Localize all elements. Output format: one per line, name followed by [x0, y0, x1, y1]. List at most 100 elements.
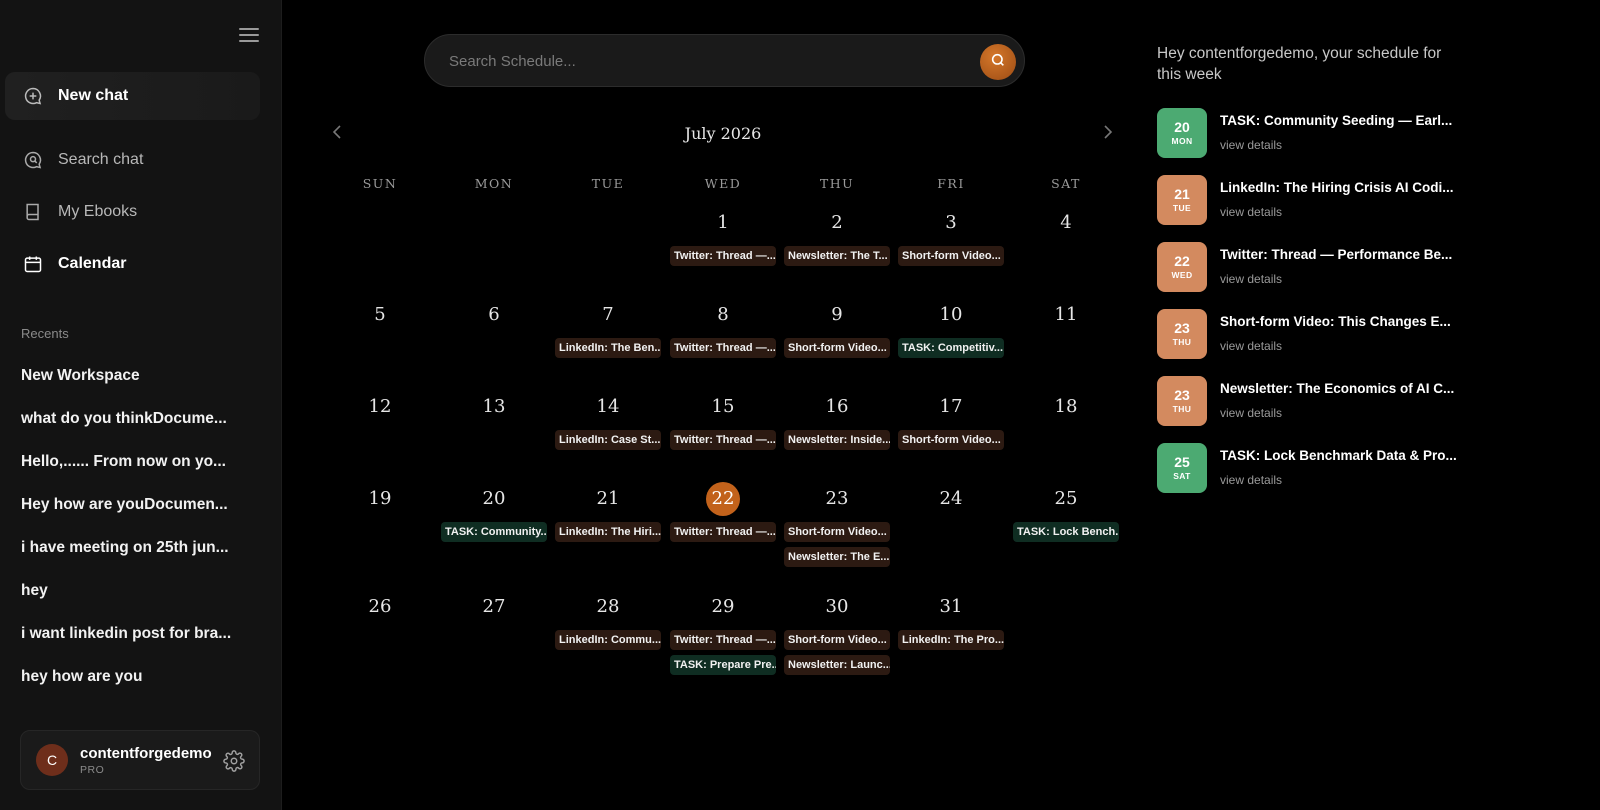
day-cell[interactable]: 11: [1009, 298, 1123, 338]
content-event-pill[interactable]: Newsletter: Launc...: [784, 655, 890, 675]
content-event-pill[interactable]: Twitter: Thread —...: [670, 246, 776, 266]
content-event-pill[interactable]: LinkedIn: The Pro...: [898, 630, 1004, 650]
weekday-label: TUE: [591, 176, 625, 191]
content-event-pill[interactable]: LinkedIn: The Ben...: [555, 338, 661, 358]
day-cell[interactable]: 3 Short-form Video...: [894, 206, 1008, 271]
schedule-item-title: LinkedIn: The Hiring Crisis AI Codi...: [1220, 180, 1454, 195]
day-cell[interactable]: 23 Short-form Video... Newsletter: The E..…: [780, 482, 894, 572]
content-event-pill[interactable]: Newsletter: Inside...: [784, 430, 890, 450]
day-cell[interactable]: 30 Short-form Video... Newsletter: Launc..…: [780, 590, 894, 680]
content-event-pill[interactable]: LinkedIn: Case St...: [555, 430, 661, 450]
schedule-item[interactable]: 25 SAT TASK: Lock Benchmark Data & Pro... v…: [1157, 443, 1457, 493]
search-button[interactable]: [980, 44, 1016, 80]
content-event-pill[interactable]: Short-form Video...: [898, 430, 1004, 450]
content-event-pill[interactable]: Newsletter: The T...: [784, 246, 890, 266]
day-cell[interactable]: 8 Twitter: Thread —...: [666, 298, 780, 363]
day-cell[interactable]: 1 Twitter: Thread —...: [666, 206, 780, 271]
day-cell[interactable]: 20 TASK: Community...: [437, 482, 551, 547]
day-cell[interactable]: 12: [323, 390, 437, 430]
content-event-pill[interactable]: Twitter: Thread —...: [670, 338, 776, 358]
task-event-pill[interactable]: TASK: Community...: [441, 522, 547, 542]
recent-chat-item[interactable]: i have meeting on 25th jun...: [21, 539, 261, 557]
day-cell[interactable]: 2 Newsletter: The T...: [780, 206, 894, 271]
day-cell[interactable]: 25 TASK: Lock Bench...: [1009, 482, 1123, 547]
day-cell[interactable]: 10 TASK: Competitiv...: [894, 298, 1008, 363]
content-event-pill[interactable]: Twitter: Thread —...: [670, 630, 776, 650]
day-cell[interactable]: 13: [437, 390, 551, 430]
day-cell[interactable]: 26: [323, 590, 437, 630]
recent-chat-item[interactable]: Hello,...... From now on yo...: [21, 453, 261, 471]
view-details-link[interactable]: view details: [1220, 473, 1282, 487]
day-cell[interactable]: 21 LinkedIn: The Hiri...: [551, 482, 665, 547]
recent-chat-item[interactable]: New Workspace: [21, 367, 261, 385]
day-cell[interactable]: 16 Newsletter: Inside...: [780, 390, 894, 455]
task-event-pill[interactable]: TASK: Lock Bench...: [1013, 522, 1119, 542]
content-event-pill[interactable]: Short-form Video...: [898, 246, 1004, 266]
search-chat-button[interactable]: Search chat: [5, 138, 260, 182]
day-cell[interactable]: 17 Short-form Video...: [894, 390, 1008, 455]
day-cell[interactable]: 14 LinkedIn: Case St...: [551, 390, 665, 455]
schedule-item[interactable]: 23 THU Short-form Video: This Changes E...…: [1157, 309, 1457, 359]
recent-chat-item[interactable]: hey how are you: [21, 668, 261, 686]
day-cell[interactable]: 31 LinkedIn: The Pro...: [894, 590, 1008, 655]
next-month-icon[interactable]: [1102, 124, 1118, 144]
day-number: 21: [596, 488, 620, 509]
day-number: 6: [488, 304, 500, 325]
schedule-search-bar: [424, 34, 1025, 87]
day-cell[interactable]: 18: [1009, 390, 1123, 430]
menu-toggle-icon[interactable]: [239, 28, 259, 44]
day-number: 31: [939, 596, 963, 617]
day-cell[interactable]: 7 LinkedIn: The Ben...: [551, 298, 665, 363]
view-details-link[interactable]: view details: [1220, 138, 1282, 152]
schedule-search-input[interactable]: [449, 49, 949, 73]
new-chat-button[interactable]: New chat: [5, 72, 260, 120]
content-event-pill[interactable]: Twitter: Thread —...: [670, 522, 776, 542]
content-event-pill[interactable]: Newsletter: The E...: [784, 547, 890, 567]
user-card[interactable]: C contentforgedemo PRO: [20, 730, 260, 790]
task-event-pill[interactable]: TASK: Competitiv...: [898, 338, 1004, 358]
day-number: 8: [717, 304, 729, 325]
recent-chat-item[interactable]: what do you thinkDocume...: [21, 410, 261, 428]
recent-chat-item[interactable]: Hey how are youDocumen...: [21, 496, 261, 514]
day-cell[interactable]: 5: [323, 298, 437, 338]
day-cell[interactable]: 4: [1009, 206, 1123, 246]
schedule-item[interactable]: 21 TUE LinkedIn: The Hiring Crisis AI Codi…: [1157, 175, 1457, 225]
day-cell[interactable]: 6: [437, 298, 551, 338]
day-cell[interactable]: 22 Twitter: Thread —...: [666, 482, 780, 547]
my-ebooks-button[interactable]: My Ebooks: [5, 190, 260, 234]
calendar-button[interactable]: Calendar: [5, 242, 260, 286]
badge-weekday: THU: [1172, 337, 1192, 347]
content-event-pill[interactable]: LinkedIn: Commu...: [555, 630, 661, 650]
schedule-item[interactable]: 23 THU Newsletter: The Economics of AI C..…: [1157, 376, 1457, 426]
day-number: 12: [368, 396, 392, 417]
recent-chat-item[interactable]: hey: [21, 582, 261, 600]
badge-date: 21: [1174, 186, 1190, 202]
day-number: 28: [596, 596, 620, 617]
content-event-pill[interactable]: Short-form Video...: [784, 630, 890, 650]
view-details-link[interactable]: view details: [1220, 339, 1282, 353]
content-event-pill[interactable]: LinkedIn: The Hiri...: [555, 522, 661, 542]
badge-weekday: WED: [1171, 270, 1193, 280]
day-cell[interactable]: 29 Twitter: Thread —... TASK: Prepare Pre.…: [666, 590, 780, 680]
day-cell[interactable]: 24: [894, 482, 1008, 522]
view-details-link[interactable]: view details: [1220, 406, 1282, 420]
gear-icon[interactable]: [223, 750, 245, 772]
view-details-link[interactable]: view details: [1220, 272, 1282, 286]
day-cell[interactable]: 27: [437, 590, 551, 630]
task-event-pill[interactable]: TASK: Prepare Pre...: [670, 655, 776, 675]
weekday-label: THU: [819, 176, 855, 191]
content-event-pill[interactable]: Twitter: Thread —...: [670, 430, 776, 450]
content-event-pill[interactable]: Short-form Video...: [784, 522, 890, 542]
day-cell[interactable]: 19: [323, 482, 437, 522]
day-cell[interactable]: 15 Twitter: Thread —...: [666, 390, 780, 455]
schedule-item[interactable]: 22 WED Twitter: Thread — Performance Be...…: [1157, 242, 1457, 292]
date-badge: 25 SAT: [1157, 443, 1207, 493]
date-badge: 22 WED: [1157, 242, 1207, 292]
prev-month-icon[interactable]: [331, 124, 347, 144]
day-cell[interactable]: 28 LinkedIn: Commu...: [551, 590, 665, 655]
recent-chat-item[interactable]: i want linkedin post for bra...: [21, 625, 261, 643]
view-details-link[interactable]: view details: [1220, 205, 1282, 219]
day-cell[interactable]: 9 Short-form Video...: [780, 298, 894, 363]
schedule-item[interactable]: 20 MON TASK: Community Seeding — Earl... vi…: [1157, 108, 1457, 158]
content-event-pill[interactable]: Short-form Video...: [784, 338, 890, 358]
